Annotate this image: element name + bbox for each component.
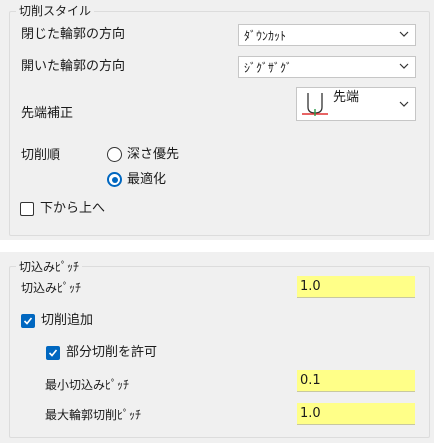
max-contour-stepover-input[interactable]: 1.0 xyxy=(297,403,415,425)
chevron-down-icon xyxy=(399,101,409,107)
stepover-label: 切込みﾋﾟｯﾁ xyxy=(21,281,82,295)
open-contour-dropdown[interactable]: ｼﾞｸﾞｻﾞｸﾞ xyxy=(238,56,416,78)
order-label: 切削順 xyxy=(21,148,61,163)
chevron-down-icon xyxy=(399,31,409,37)
depth-first-label[interactable]: 深さ優先 xyxy=(127,147,179,163)
open-contour-label: 開いた輪郭の方向 xyxy=(21,59,126,74)
optimize-label[interactable]: 最適化 xyxy=(127,172,166,188)
max-contour-stepover-value: 1.0 xyxy=(300,406,321,421)
cutting-style-title: 切削スタイル xyxy=(16,4,95,18)
stepover-title: 切込みﾋﾟｯﾁ xyxy=(16,260,83,274)
bottom-up-checkbox[interactable] xyxy=(20,202,34,216)
check-icon xyxy=(23,317,33,325)
allow-partial-checkbox[interactable] xyxy=(46,346,60,360)
tip-comp-dropdown[interactable]: 先端 xyxy=(296,87,416,121)
tip-comp-value: 先端 xyxy=(333,90,360,105)
tool-tip-icon xyxy=(302,93,328,116)
closed-contour-label: 閉じた輪郭の方向 xyxy=(21,27,126,42)
bottom-up-label[interactable]: 下から上へ xyxy=(40,201,105,217)
additional-passes-checkbox[interactable] xyxy=(21,314,35,328)
additional-passes-label[interactable]: 切削追加 xyxy=(41,313,93,329)
min-stepover-label: 最小切込みﾋﾟｯﾁ xyxy=(45,378,130,392)
optimize-radio[interactable] xyxy=(107,172,122,187)
stepover-input[interactable]: 1.0 xyxy=(297,276,415,298)
closed-contour-value: ﾀﾞｳﾝｶｯﾄ xyxy=(244,29,287,43)
allow-partial-label[interactable]: 部分切削を許可 xyxy=(66,345,157,361)
depth-first-radio[interactable] xyxy=(107,147,122,162)
min-stepover-input[interactable]: 0.1 xyxy=(297,370,415,392)
open-contour-value: ｼﾞｸﾞｻﾞｸﾞ xyxy=(244,61,293,75)
check-icon xyxy=(48,349,58,357)
chevron-down-icon xyxy=(399,63,409,69)
min-stepover-value: 0.1 xyxy=(300,373,321,388)
closed-contour-dropdown[interactable]: ﾀﾞｳﾝｶｯﾄ xyxy=(238,24,416,46)
stepover-value: 1.0 xyxy=(300,279,321,294)
tip-comp-label: 先端補正 xyxy=(21,106,74,121)
max-contour-stepover-label: 最大輪郭切削ﾋﾟｯﾁ xyxy=(45,408,142,422)
